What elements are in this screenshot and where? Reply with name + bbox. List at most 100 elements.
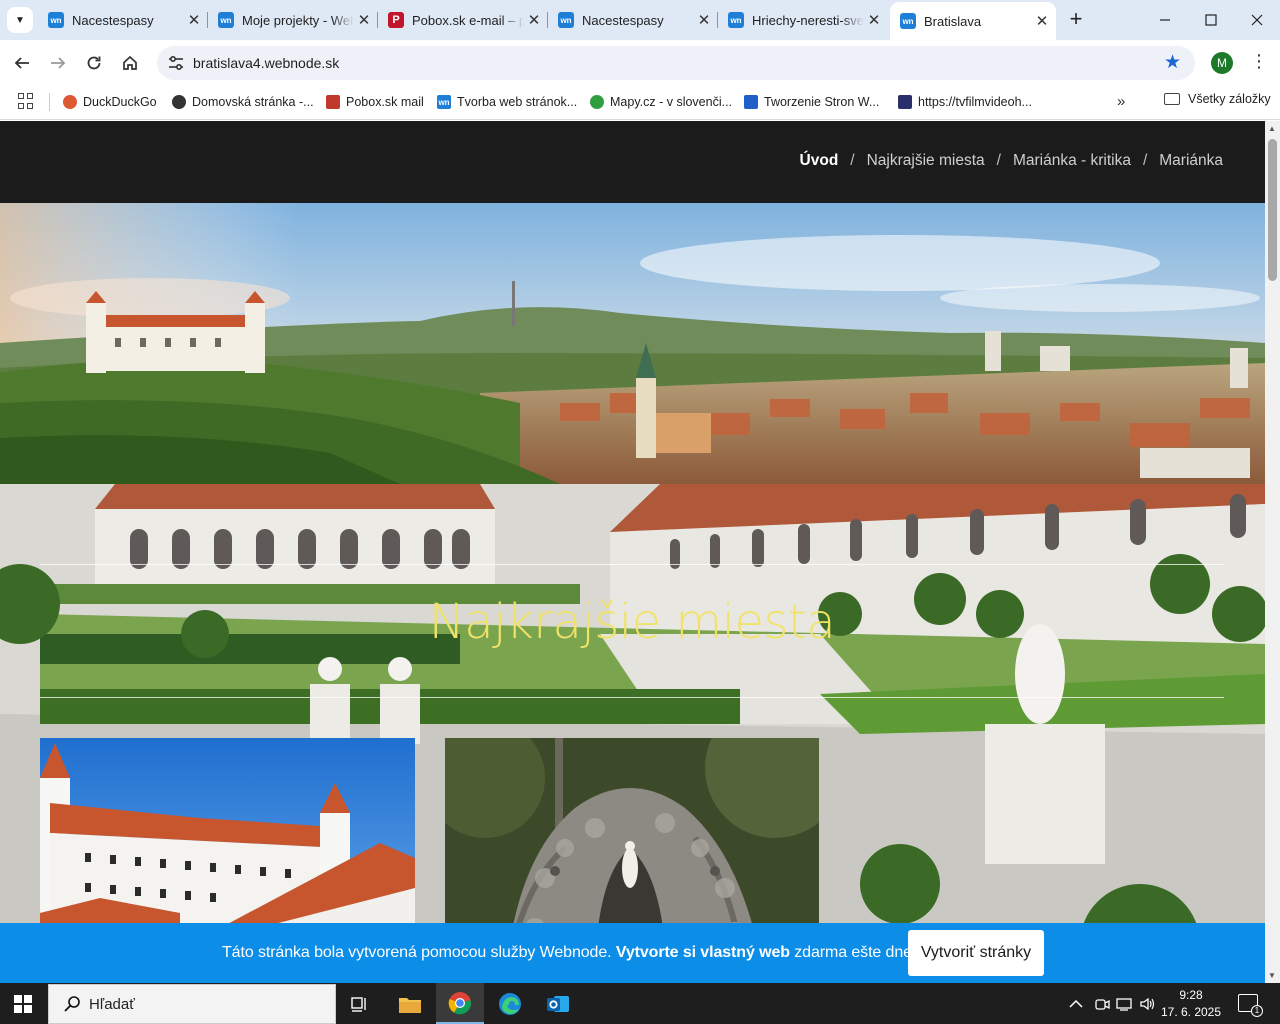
tvfilm-icon: [898, 95, 912, 109]
browser-tab[interactable]: wn Nacestespasy ✕: [38, 6, 208, 34]
browser-tab[interactable]: wn Hriechy-neresti-svet ✕: [718, 6, 888, 34]
site-settings-icon[interactable]: [167, 54, 185, 72]
notification-center-icon[interactable]: 1: [1238, 994, 1263, 1017]
browser-toolbar: bratislava4.webnode.sk ★ M ⋮: [0, 40, 1280, 86]
breadcrumb-home-link[interactable]: Úvod: [800, 152, 839, 170]
breadcrumb-marianka-link[interactable]: Mariánka: [1159, 152, 1223, 170]
forward-arrow-icon[interactable]: [45, 50, 71, 76]
scroll-up-arrow-icon[interactable]: ▲: [1268, 124, 1276, 133]
bookmark-tvorba-web[interactable]: wn Tvorba web stránok...: [437, 92, 577, 112]
scroll-down-arrow-icon[interactable]: ▼: [1268, 971, 1276, 980]
create-website-button[interactable]: Vytvoriť stránky: [908, 930, 1044, 976]
breadcrumb-najkrajsie-miesta-link[interactable]: Najkrajšie miesta: [867, 152, 985, 170]
tab-title: Hriechy-neresti-svet: [752, 12, 864, 28]
meet-now-icon[interactable]: [1094, 983, 1110, 1024]
browser-tab[interactable]: wn Moje projekty - Webnode ✕: [208, 6, 378, 34]
najkrajsie-miesta-section: Najkrajšie miesta: [0, 484, 1265, 983]
minimize-icon[interactable]: [1142, 0, 1188, 40]
profile-avatar[interactable]: M: [1211, 52, 1233, 74]
maximize-icon[interactable]: [1188, 0, 1234, 40]
tab-close-icon[interactable]: ✕: [694, 11, 714, 29]
apps-grid-icon[interactable]: [18, 93, 34, 109]
bookmark-tvfilmvideo[interactable]: https://tvfilmvideoh...: [898, 92, 1032, 112]
home-icon[interactable]: [117, 50, 143, 76]
notification-count-badge: 1: [1251, 1005, 1263, 1017]
hero-panorama-image: [0, 203, 1265, 484]
tab-close-icon[interactable]: ✕: [354, 11, 374, 29]
windows-start-icon[interactable]: [14, 995, 32, 1013]
bookmark-mapy-cz[interactable]: Mapy.cz - v slovenči...: [590, 92, 732, 112]
tab-search-chevron-icon[interactable]: ▼: [7, 7, 33, 33]
pobox-icon: [326, 95, 340, 109]
section-title: Najkrajšie miesta: [428, 594, 836, 650]
bookmark-label: https://tvfilmvideoh...: [918, 95, 1032, 109]
browser-tab[interactable]: P Pobox.sk e-mail – prihlásenie ✕: [378, 6, 548, 34]
bookmark-tworzenie-stron[interactable]: Tworzenie Stron W...: [744, 92, 879, 112]
tab-title: Moje projekty - Webnode: [242, 12, 354, 28]
bookmark-label: Domovská stránka -...: [192, 95, 314, 109]
tab-title: Nacestespasy: [72, 12, 154, 28]
more-bookmarks-chevron-icon[interactable]: »: [1117, 93, 1125, 110]
webnode-favicon-icon: wn: [218, 12, 234, 28]
document-icon: [744, 95, 758, 109]
bookmark-star-icon[interactable]: ★: [1164, 51, 1181, 74]
tab-close-icon[interactable]: ✕: [1032, 12, 1052, 30]
bookmark-label: Mapy.cz - v slovenči...: [610, 95, 733, 109]
new-tab-plus-icon[interactable]: +: [1064, 8, 1088, 32]
reload-icon[interactable]: [81, 50, 107, 76]
heading-divider-bottom: [40, 697, 1224, 698]
bookmarks-bar: DuckDuckGo Domovská stránka -... Pobox.s…: [0, 86, 1280, 120]
file-explorer-icon[interactable]: [386, 983, 434, 1024]
search-icon: [63, 995, 81, 1018]
bookmark-duckduckgo[interactable]: DuckDuckGo: [63, 92, 157, 112]
task-view-icon[interactable]: [336, 983, 384, 1024]
search-placeholder: Hľadať: [89, 996, 135, 1013]
webpage-viewport: Úvod / Najkrajšie miesta / Mariánka - kr…: [0, 121, 1265, 983]
browser-menu-icon[interactable]: ⋮: [1250, 52, 1268, 70]
banner-text: Táto stránka bola vytvorená pomocou služ…: [222, 944, 925, 961]
browser-tab-active[interactable]: wn Bratislava ✕: [890, 2, 1056, 40]
webnode-favicon-icon: wn: [728, 12, 744, 28]
bookmark-domovska-stranka[interactable]: Domovská stránka -...: [172, 92, 314, 112]
webnode-favicon-icon: wn: [900, 13, 916, 29]
clock-date: 17. 6. 2025: [1160, 1005, 1222, 1019]
all-bookmarks-folder[interactable]: Všetky záložky: [1164, 92, 1271, 106]
chrome-icon[interactable]: [436, 983, 484, 1024]
bookmark-label: Tworzenie Stron W...: [764, 95, 880, 109]
breadcrumb-marianka-kritika-link[interactable]: Mariánka - kritika: [1013, 152, 1131, 170]
webnode-promo-banner: Táto stránka bola vytvorená pomocou služ…: [0, 923, 1265, 983]
address-bar[interactable]: bratislava4.webnode.sk ★: [157, 46, 1195, 80]
browser-tab[interactable]: wn Nacestespasy ✕: [548, 6, 718, 34]
volume-icon[interactable]: [1139, 983, 1157, 1024]
bookmark-pobox-mail[interactable]: Pobox.sk mail: [326, 92, 424, 112]
show-hidden-icons-chevron-icon[interactable]: [1069, 983, 1083, 1024]
heading-divider-top: [40, 564, 1224, 565]
close-window-icon[interactable]: [1234, 0, 1280, 40]
webnode-favicon-icon: wn: [558, 12, 574, 28]
outlook-icon[interactable]: [534, 983, 582, 1024]
taskbar-search-box[interactable]: Hľadať: [48, 984, 336, 1024]
page-scrollbar[interactable]: ▲ ▼: [1265, 121, 1280, 983]
webnode-icon: wn: [437, 95, 451, 109]
system-clock[interactable]: 9:28 17. 6. 2025: [1160, 987, 1222, 1021]
network-icon[interactable]: [1116, 983, 1134, 1024]
homepage-icon: [172, 95, 186, 109]
all-bookmarks-label: Všetky záložky: [1188, 92, 1271, 106]
tab-close-icon[interactable]: ✕: [864, 11, 884, 29]
edge-icon[interactable]: [486, 983, 534, 1024]
url-text[interactable]: bratislava4.webnode.sk: [193, 55, 339, 71]
clock-time: 9:28: [1179, 988, 1203, 1002]
mapy-icon: [590, 95, 604, 109]
site-top-navigation: Úvod / Najkrajšie miesta / Mariánka - kr…: [0, 121, 1265, 203]
scrollbar-thumb[interactable]: [1268, 139, 1277, 281]
folder-icon: [1164, 93, 1180, 105]
duckduckgo-icon: [63, 95, 77, 109]
back-arrow-icon[interactable]: [9, 50, 35, 76]
tab-close-icon[interactable]: ✕: [524, 11, 544, 29]
browser-tab-strip: ▼ wn Nacestespasy ✕ wn Moje projekty - W…: [0, 0, 1280, 40]
tab-title: Pobox.sk e-mail – prihlásenie: [412, 12, 524, 28]
tab-close-icon[interactable]: ✕: [184, 11, 204, 29]
tab-title: Nacestespasy: [582, 12, 664, 28]
breadcrumb: Úvod / Najkrajšie miesta / Mariánka - kr…: [799, 152, 1223, 170]
bookmark-label: Tvorba web stránok...: [457, 95, 578, 109]
